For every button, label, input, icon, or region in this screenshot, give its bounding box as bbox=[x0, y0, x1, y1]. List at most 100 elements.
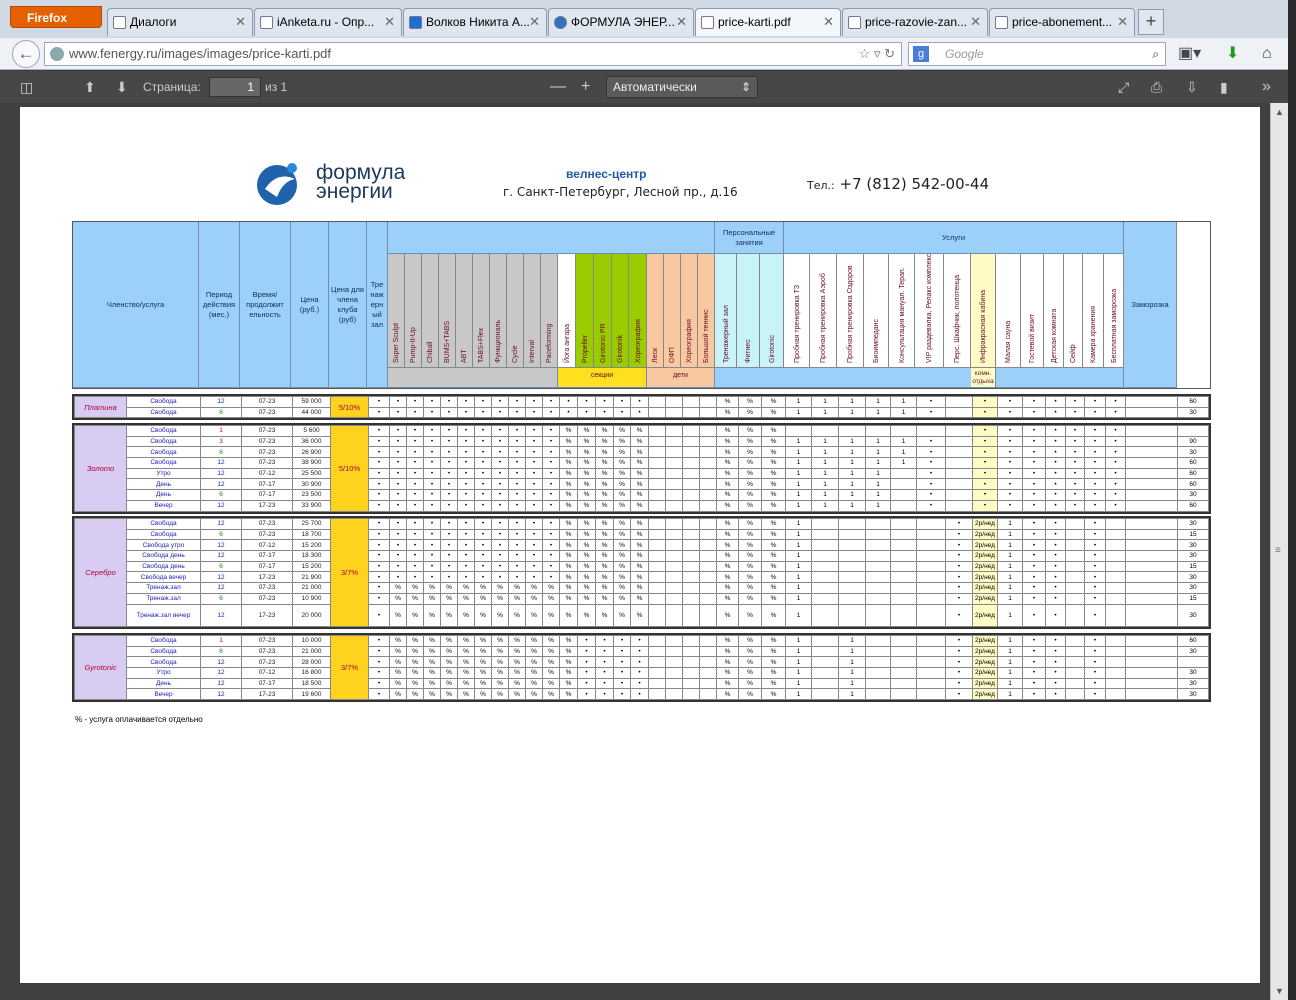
tab-formula[interactable]: ФОРМУЛА ЭНЕР... ✕ bbox=[548, 8, 694, 36]
feature-cell bbox=[1125, 571, 1178, 584]
time-value: 07-23 bbox=[241, 406, 293, 419]
feature-cell: • bbox=[1045, 518, 1066, 530]
sidebar-toggle-icon[interactable]: ◫ bbox=[20, 71, 33, 103]
print-icon[interactable]: ⎙ bbox=[1151, 71, 1162, 103]
feature-cell: % bbox=[474, 582, 492, 594]
feature-cell: % bbox=[761, 571, 786, 584]
feature-cell bbox=[648, 582, 666, 594]
scroll-grip-icon[interactable]: ≡ bbox=[1275, 545, 1281, 556]
personal-header-label: Girotonic bbox=[768, 334, 776, 363]
page-number-input[interactable]: 1 bbox=[209, 77, 261, 97]
feature-cell bbox=[1125, 499, 1178, 512]
feature-cell bbox=[682, 560, 700, 573]
feature-cell bbox=[945, 489, 973, 501]
feature-cell: • bbox=[368, 550, 390, 562]
download-icon[interactable]: ⬇ bbox=[1226, 42, 1239, 66]
feature-cell bbox=[890, 645, 917, 658]
tab-price-abonement[interactable]: price-abonement... ✕ bbox=[989, 8, 1135, 36]
feature-cell bbox=[838, 560, 866, 573]
feature-cell bbox=[1125, 560, 1178, 573]
feature-cell: 1 bbox=[890, 446, 917, 459]
price-value: 16 800 bbox=[292, 667, 331, 679]
band-room-label: комн. отдыха bbox=[972, 370, 994, 385]
back-button[interactable]: ← bbox=[12, 40, 40, 68]
close-tab-icon[interactable]: ✕ bbox=[235, 9, 246, 35]
service-header-label: Биоимпеданс bbox=[873, 319, 880, 363]
close-tab-icon[interactable]: ✕ bbox=[1117, 9, 1128, 35]
feature-cell: • bbox=[389, 571, 407, 584]
feature-cell: • bbox=[997, 396, 1023, 408]
feature-cell: • bbox=[613, 396, 631, 408]
feature-cell: % bbox=[577, 560, 596, 573]
feature-cell: • bbox=[1084, 425, 1106, 437]
tab-ianketa[interactable]: iAnketa.ru - Опр... ✕ bbox=[254, 8, 402, 36]
feature-cell: • bbox=[457, 396, 475, 408]
vertical-scrollbar[interactable]: ▲ ≡ ▼ bbox=[1270, 103, 1288, 1000]
class-header: Йога ангара bbox=[558, 254, 576, 368]
price-value: 19 600 bbox=[292, 688, 331, 701]
feature-cell: % bbox=[738, 467, 762, 480]
new-tab-button[interactable]: + bbox=[1138, 9, 1164, 35]
feature-cell bbox=[1105, 667, 1126, 679]
feature-cell bbox=[890, 667, 917, 679]
previous-page-icon[interactable]: ⬆ bbox=[84, 71, 96, 103]
tab-price-karti[interactable]: price-karti.pdf ✕ bbox=[695, 8, 841, 36]
table-header: Членство/услуга Период действия (мес.) Вре… bbox=[72, 221, 1211, 389]
close-tab-icon[interactable]: ✕ bbox=[384, 9, 395, 35]
feature-cell: % bbox=[716, 688, 739, 701]
search-box[interactable]: g Google ⌕ bbox=[908, 42, 1166, 66]
feature-cell: • bbox=[613, 406, 631, 419]
class-header-label: Propeller bbox=[581, 334, 589, 363]
tab-volkov[interactable]: Волков Никита А... ✕ bbox=[403, 8, 547, 36]
feature-cell bbox=[699, 603, 717, 627]
fullscreen-icon[interactable]: ⤢ bbox=[1118, 71, 1129, 103]
reload-icon[interactable]: ☆ ▿ ↻ bbox=[859, 43, 895, 65]
feature-cell: % bbox=[613, 499, 631, 512]
close-tab-icon[interactable]: ✕ bbox=[529, 9, 540, 35]
zoom-in-icon[interactable]: + bbox=[581, 71, 590, 103]
feature-cell: % bbox=[738, 478, 762, 491]
feature-cell bbox=[916, 560, 946, 573]
feature-cell: • bbox=[1022, 406, 1046, 419]
feature-cell bbox=[916, 645, 946, 658]
feature-cell: 1 bbox=[997, 603, 1023, 627]
tab-label: price-razovie-zan... bbox=[865, 15, 968, 29]
feature-cell: 1 bbox=[997, 635, 1023, 647]
service-header: Малая сауна bbox=[996, 254, 1021, 368]
feature-cell: • bbox=[474, 499, 492, 512]
feature-cell: % bbox=[525, 656, 543, 669]
feature-cell: % bbox=[716, 571, 739, 584]
url-bar[interactable]: www.fenergy.ru/images/images/price-karti… bbox=[44, 42, 902, 66]
feature-cell: • bbox=[1084, 489, 1106, 501]
bookmark-icon[interactable]: ▮ bbox=[1220, 71, 1228, 103]
table-row: Утро 12 07-12 25 500 • • • • • • • • • • •%%%%%%%% 1 1 1 1… bbox=[75, 467, 1209, 480]
feature-cell bbox=[648, 677, 666, 690]
search-icon[interactable]: ⌕ bbox=[1152, 43, 1159, 65]
zoom-select[interactable]: Автоматически ⇕ bbox=[606, 76, 758, 98]
feature-cell: • bbox=[525, 539, 543, 552]
close-tab-icon[interactable]: ✕ bbox=[970, 9, 981, 35]
zoom-out-icon[interactable]: — bbox=[550, 71, 566, 103]
more-tools-icon[interactable]: » bbox=[1262, 71, 1271, 103]
feature-cell: 1 bbox=[785, 528, 812, 541]
firefox-menu-button[interactable]: Firefox bbox=[10, 6, 102, 28]
period-value: 12 bbox=[200, 499, 242, 512]
feature-cell bbox=[1125, 656, 1178, 669]
feature-cell: • bbox=[997, 457, 1023, 469]
tab-price-razovie[interactable]: price-razovie-zan... ✕ bbox=[842, 8, 988, 36]
bookmarks-icon[interactable]: ▣▾ bbox=[1178, 42, 1201, 66]
close-tab-icon[interactable]: ✕ bbox=[676, 9, 687, 35]
scroll-up-icon[interactable]: ▲ bbox=[1275, 107, 1284, 117]
tab-dialogs[interactable]: Диалоги ✕ bbox=[107, 8, 253, 36]
home-icon[interactable]: ⌂ bbox=[1262, 42, 1272, 66]
feature-cell: • bbox=[440, 478, 458, 491]
group-services: Услуги bbox=[784, 222, 1124, 254]
save-icon[interactable]: ⇩ bbox=[1186, 71, 1198, 103]
next-page-icon[interactable]: ⬇ bbox=[116, 71, 128, 103]
scroll-down-icon[interactable]: ▼ bbox=[1275, 986, 1284, 996]
feature-cell: • bbox=[997, 467, 1023, 480]
membership-name: Свобода bbox=[126, 396, 201, 408]
close-tab-icon[interactable]: ✕ bbox=[823, 9, 834, 35]
feature-cell: % bbox=[761, 560, 786, 573]
feature-cell: % bbox=[423, 635, 441, 647]
